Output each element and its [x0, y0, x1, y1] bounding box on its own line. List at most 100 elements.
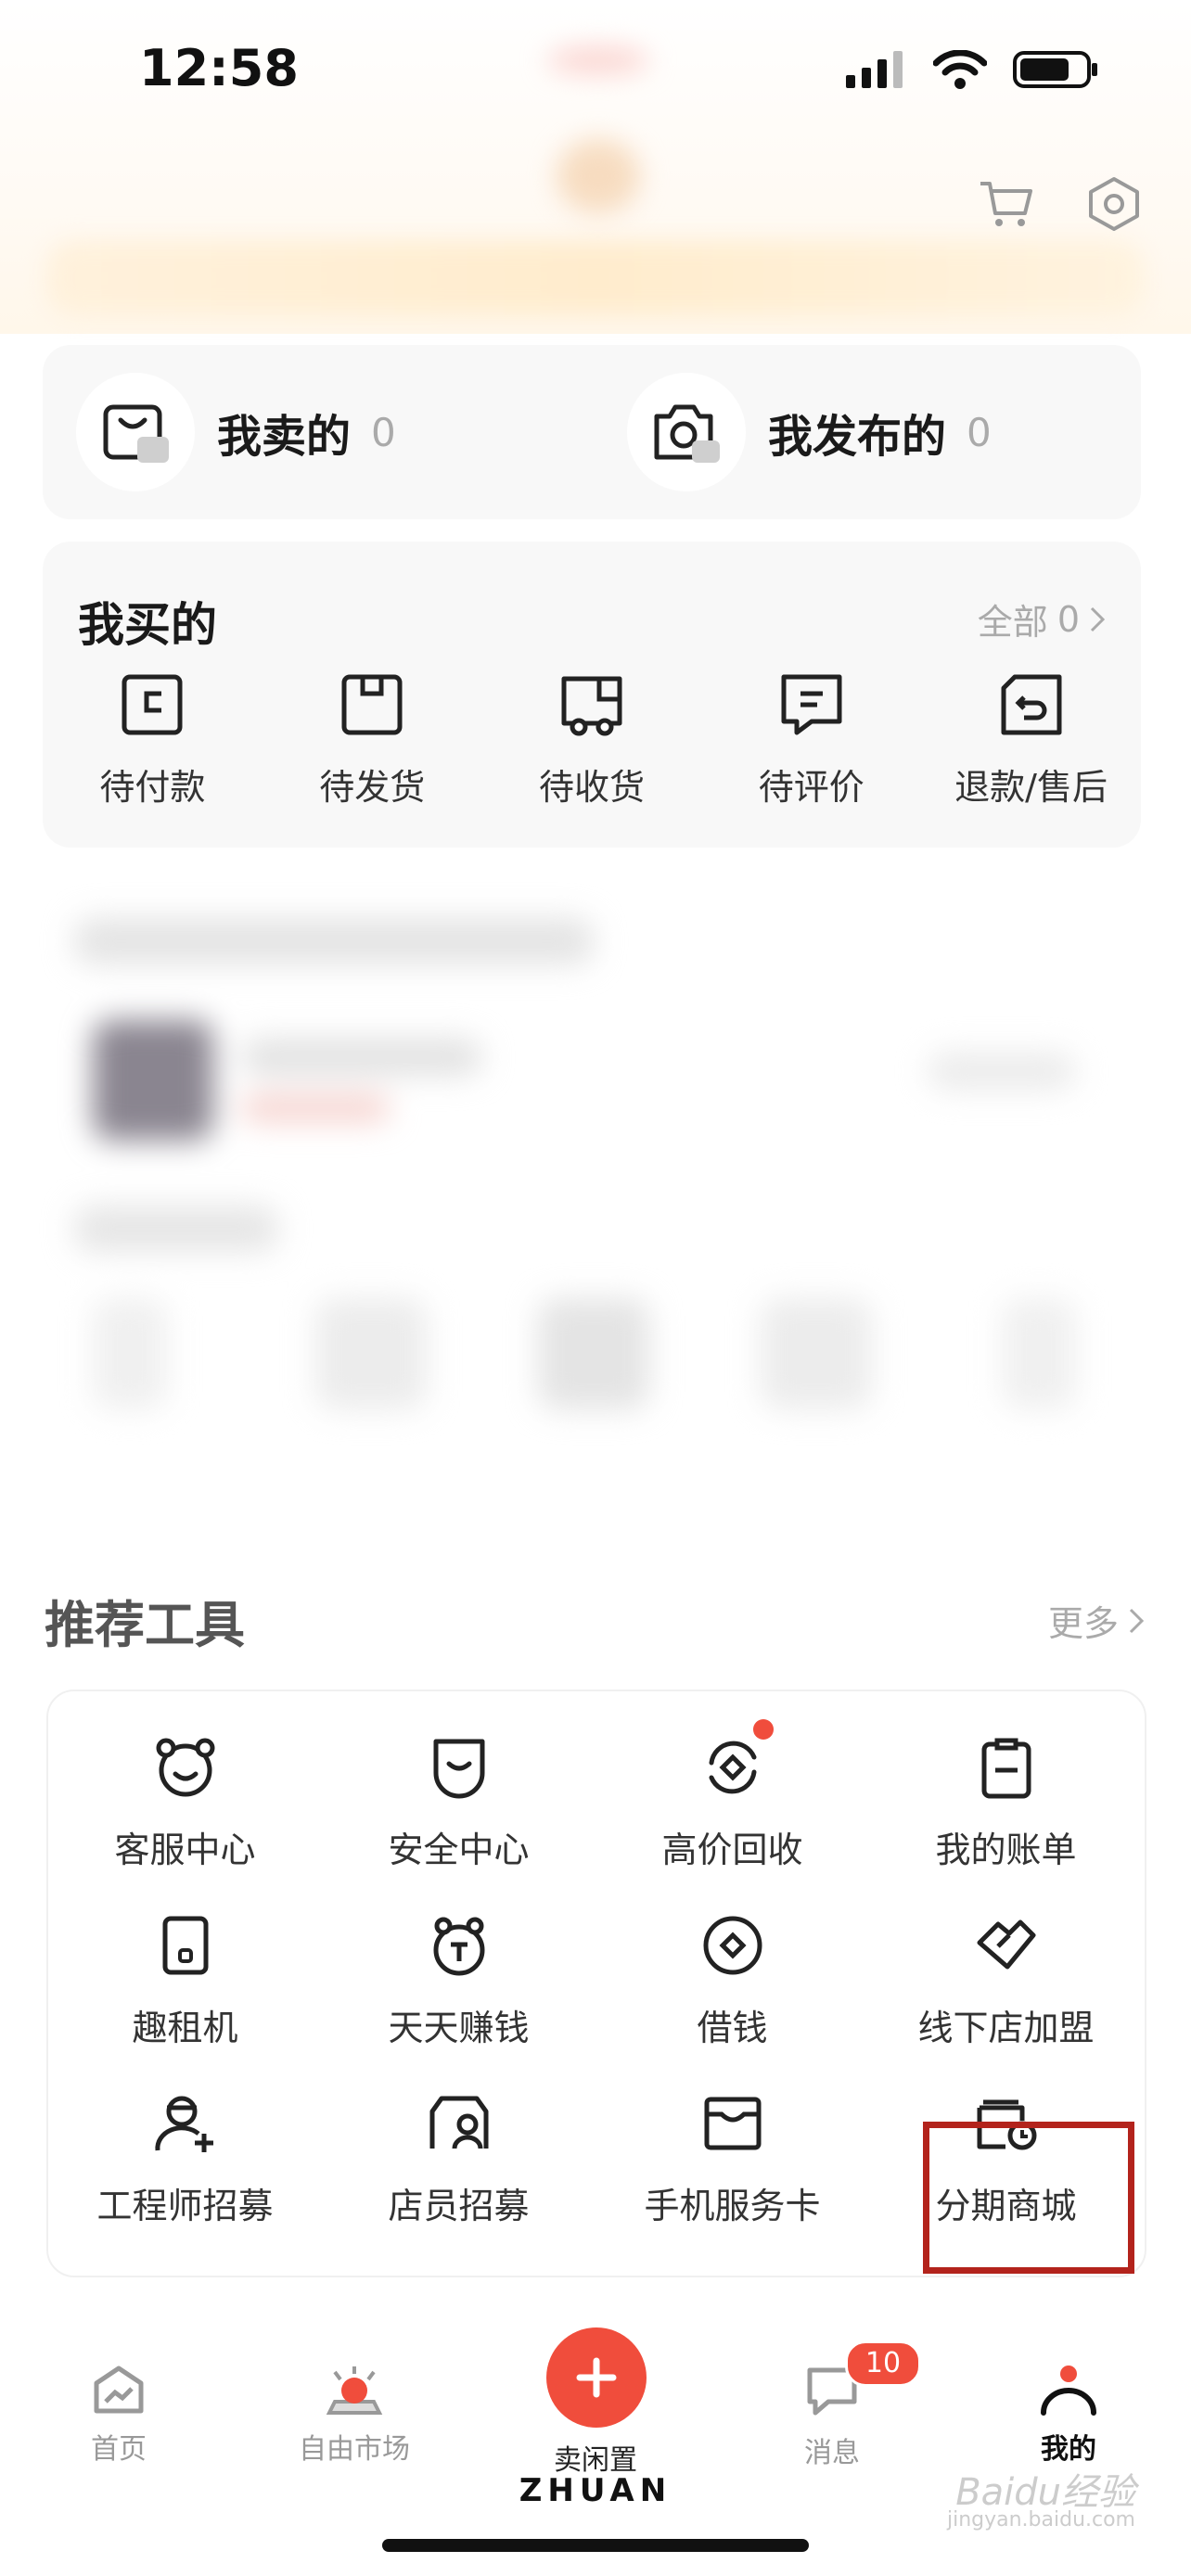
- tools-title: 推荐工具: [45, 1596, 245, 1654]
- blurred-logo: [547, 46, 649, 74]
- return-icon: [1001, 674, 1062, 735]
- sell-card: 我卖的 0 我发布的 0: [43, 345, 1141, 519]
- tools-more-label: 更多: [1047, 1603, 1119, 1644]
- refund-button[interactable]: 退款/售后: [921, 671, 1141, 810]
- box-icon: [341, 674, 403, 735]
- my-sold-entry[interactable]: 我卖的 0: [76, 373, 396, 491]
- tool-label: 高价回收: [661, 1830, 803, 1870]
- coin-bear-icon: [424, 1910, 494, 1981]
- buy-item-label: 待收货: [538, 767, 645, 808]
- tool-label: 天天赚钱: [388, 2008, 530, 2048]
- blurred-avatar: [557, 139, 640, 213]
- sold-label: 我卖的: [217, 411, 352, 463]
- tool-label: 我的账单: [935, 1830, 1077, 1870]
- my-published-entry[interactable]: 我发布的 0: [627, 373, 992, 491]
- cart-icon[interactable]: [974, 172, 1039, 236]
- tools-more-link[interactable]: 更多: [1048, 1595, 1145, 1646]
- chevron-right-icon: [1090, 606, 1106, 631]
- bear-icon: [150, 1732, 221, 1803]
- truck-icon: [561, 676, 622, 736]
- buy-card: 我买的 全部 0 待付款 待发货 待收货 待评价 退款/售后: [43, 542, 1141, 848]
- buy-item-label: 待付款: [99, 767, 206, 808]
- tab-messages-label: 消息: [804, 2437, 860, 2469]
- recycle-icon: [698, 1719, 774, 1803]
- comment-icon: [781, 674, 842, 735]
- shield-icon: [424, 1732, 494, 1803]
- clerk-icon: [424, 2088, 494, 2159]
- tool-rent-phone[interactable]: 趣租机: [48, 1910, 322, 2050]
- buy-all-count: 0: [1057, 598, 1080, 640]
- pending-receipt-button[interactable]: 待收货: [482, 671, 702, 810]
- tool-borrow-money[interactable]: 借钱: [596, 1910, 869, 2050]
- tool-label: 工程师招募: [96, 2186, 274, 2226]
- handshake-icon: [971, 1910, 1042, 1981]
- home-indicator: [382, 2539, 809, 2552]
- pending-review-button[interactable]: 待评价: [701, 671, 921, 810]
- buy-title: 我买的: [78, 598, 217, 652]
- messages-icon-wrap: 10: [804, 2340, 921, 2420]
- tool-label: 安全中心: [388, 1830, 530, 1870]
- tool-clerk-recruit[interactable]: 店员招募: [322, 2088, 596, 2228]
- tab-bar: 首页 自由市场 卖闲置 ZHUAN 10 消息 我的: [0, 2290, 1191, 2576]
- tool-label: 趣租机: [132, 2008, 238, 2048]
- home-icon: [94, 2366, 144, 2414]
- tool-security-center[interactable]: 安全中心: [322, 1732, 596, 1872]
- tool-engineer-recruit[interactable]: 工程师招募: [48, 2088, 322, 2228]
- tab-home[interactable]: 首页: [26, 2365, 211, 2467]
- pending-payment-button[interactable]: 待付款: [43, 671, 263, 810]
- phone-icon: [150, 1910, 221, 1981]
- pending-shipment-button[interactable]: 待发货: [263, 671, 482, 810]
- card-icon: [122, 674, 183, 735]
- tool-customer-service[interactable]: 客服中心: [48, 1732, 322, 1872]
- service-card-icon: [698, 2088, 768, 2159]
- tool-recycle[interactable]: 高价回收: [596, 1719, 869, 1872]
- tab-mine[interactable]: 我的: [976, 2365, 1161, 2467]
- sold-count: 0: [371, 409, 396, 455]
- buy-item-label: 待发货: [319, 767, 426, 808]
- buy-item-label: 退款/售后: [954, 767, 1108, 808]
- tool-store-franchise[interactable]: 线下店加盟: [869, 1910, 1143, 2050]
- tool-label: 客服中心: [114, 1830, 256, 1870]
- tool-label: 借钱: [697, 2008, 768, 2048]
- tab-home-label: 首页: [91, 2433, 147, 2466]
- tool-label: 手机服务卡: [644, 2186, 821, 2226]
- user-icon: [1041, 2366, 1096, 2416]
- settings-icon[interactable]: [1082, 172, 1146, 236]
- tab-market-label: 自由市场: [299, 2433, 410, 2466]
- buy-item-label: 待评价: [758, 767, 864, 808]
- published-count: 0: [967, 409, 992, 455]
- shop-bag-icon: [76, 373, 195, 491]
- highlight-box: [923, 2122, 1134, 2274]
- signal-icon: [846, 51, 903, 88]
- buy-all-link[interactable]: 全部 0: [978, 593, 1106, 644]
- status-time: 12:58: [139, 39, 299, 97]
- tab-messages[interactable]: 10 消息: [739, 2340, 925, 2470]
- brand-logo: ZHUAN: [519, 2472, 672, 2509]
- published-label: 我发布的: [768, 411, 947, 463]
- market-icon: [326, 2366, 383, 2415]
- buy-all-label: 全部: [977, 602, 1048, 643]
- buy-status-row: 待付款 待发货 待收货 待评价 退款/售后: [43, 671, 1141, 810]
- engineer-icon: [150, 2088, 221, 2159]
- tool-earn-money[interactable]: 天天赚钱: [322, 1910, 596, 2050]
- tool-label: 店员招募: [388, 2186, 530, 2226]
- camera-icon: [627, 373, 746, 491]
- blurred-banner: [46, 241, 1145, 315]
- watermark-sub: jingyan.baidu.com: [946, 2508, 1135, 2531]
- tool-label: 线下店加盟: [917, 2008, 1095, 2048]
- tab-mine-label: 我的: [1041, 2433, 1096, 2466]
- plus-icon: [576, 2357, 617, 2398]
- tab-market[interactable]: 自由市场: [262, 2365, 447, 2467]
- messages-badge: 10: [845, 2340, 921, 2387]
- tool-my-bill[interactable]: 我的账单: [869, 1732, 1143, 1872]
- blurred-content: [37, 890, 1154, 1521]
- notification-dot: [752, 1719, 774, 1740]
- coin-icon: [698, 1910, 768, 1981]
- status-icons: [846, 50, 1098, 89]
- bill-icon: [971, 1732, 1042, 1803]
- sell-button[interactable]: [546, 2327, 647, 2428]
- tool-phone-service-card[interactable]: 手机服务卡: [596, 2088, 869, 2228]
- wifi-icon: [933, 50, 987, 89]
- chevron-right-icon: [1129, 1608, 1145, 1633]
- battery-icon: [1013, 51, 1097, 88]
